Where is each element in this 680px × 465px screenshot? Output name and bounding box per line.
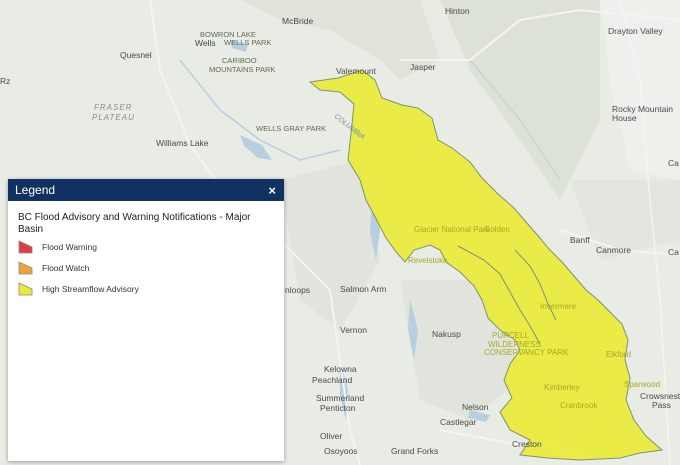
region-label: PLATEAU	[92, 113, 135, 122]
place-label: Oliver	[320, 431, 342, 441]
park-label: WELLS PARK	[224, 38, 271, 47]
legend-item-flood-warning: Flood Warning	[18, 236, 274, 257]
park-label: MOUNTAINS PARK	[209, 65, 275, 74]
place-label: Sparwood	[624, 380, 660, 389]
flood-warning-swatch-shape	[18, 240, 33, 254]
place-label: Vernon	[340, 325, 367, 335]
place-label: Rz	[0, 76, 10, 86]
place-label: Ca	[668, 158, 679, 168]
place-label: Creston	[512, 439, 542, 449]
place-label: Banff	[570, 235, 590, 245]
flood-warning-swatch-icon	[18, 240, 33, 254]
place-label: McBride	[282, 16, 313, 26]
legend-title: Legend	[15, 183, 56, 197]
place-label: Cranbrook	[560, 401, 598, 410]
place-label: Grand Forks	[391, 446, 438, 456]
legend-layer-title: BC Flood Advisory and Warning Notificati…	[18, 212, 251, 235]
place-label: Peachland	[312, 375, 352, 385]
place-label: nloops	[285, 285, 310, 295]
place-label: Revelstoke	[408, 256, 448, 265]
place-label: Elkford	[606, 350, 631, 359]
place-label: Salmon Arm	[340, 284, 386, 294]
close-icon[interactable]: ×	[268, 183, 276, 198]
place-label: Kimberley	[544, 383, 580, 392]
park-label: PURCELL	[492, 331, 529, 340]
place-label: Ca	[668, 247, 679, 257]
place-label: Jasper	[410, 62, 436, 72]
flood-watch-swatch-shape	[18, 261, 33, 275]
place-label: Penticton	[320, 403, 356, 413]
place-label: Williams Lake	[156, 138, 209, 148]
legend-item-label: Flood Warning	[42, 241, 97, 252]
place-label: Invermere	[540, 302, 577, 311]
legend-item-label: High Streamflow Advisory	[42, 283, 139, 294]
legend-panel: Legend × BC Flood Advisory and Warning N…	[8, 179, 284, 461]
place-label: Drayton Valley	[608, 26, 663, 36]
park-label: WELLS GRAY PARK	[256, 124, 326, 133]
place-label: Wells	[195, 38, 216, 48]
legend-body: BC Flood Advisory and Warning Notificati…	[8, 201, 284, 299]
place-label: Nelson	[462, 402, 489, 412]
legend-item-flood-watch: Flood Watch	[18, 257, 274, 278]
region-label: FRASER	[94, 103, 132, 112]
park-label: Glacier National Park	[414, 225, 491, 234]
place-label: Golden	[484, 225, 510, 234]
place-label: Hinton	[445, 6, 470, 16]
place-label: Kelowna	[324, 364, 357, 374]
place-label: Canmore	[596, 245, 631, 255]
place-label: Valemount	[336, 66, 377, 76]
place-label: Nakusp	[432, 329, 461, 339]
high-streamflow-advisory-swatch-icon	[18, 282, 33, 296]
place-label: House	[612, 113, 637, 123]
park-label: CONSERVANCY PARK	[484, 348, 569, 357]
flood-watch-swatch-icon	[18, 261, 33, 275]
legend-header: Legend ×	[8, 179, 284, 201]
legend-item-high-streamflow-advisory: High Streamflow Advisory	[18, 278, 274, 299]
place-label: Pass	[652, 400, 671, 410]
place-label: Summerland	[316, 393, 364, 403]
place-label: Osoyoos	[324, 446, 358, 456]
park-label: CARIBOO	[222, 56, 257, 65]
place-label: Castlegar	[440, 417, 477, 427]
high-streamflow-advisory-swatch-shape	[18, 282, 33, 296]
place-label: Quesnel	[120, 50, 152, 60]
legend-item-label: Flood Watch	[42, 262, 90, 273]
